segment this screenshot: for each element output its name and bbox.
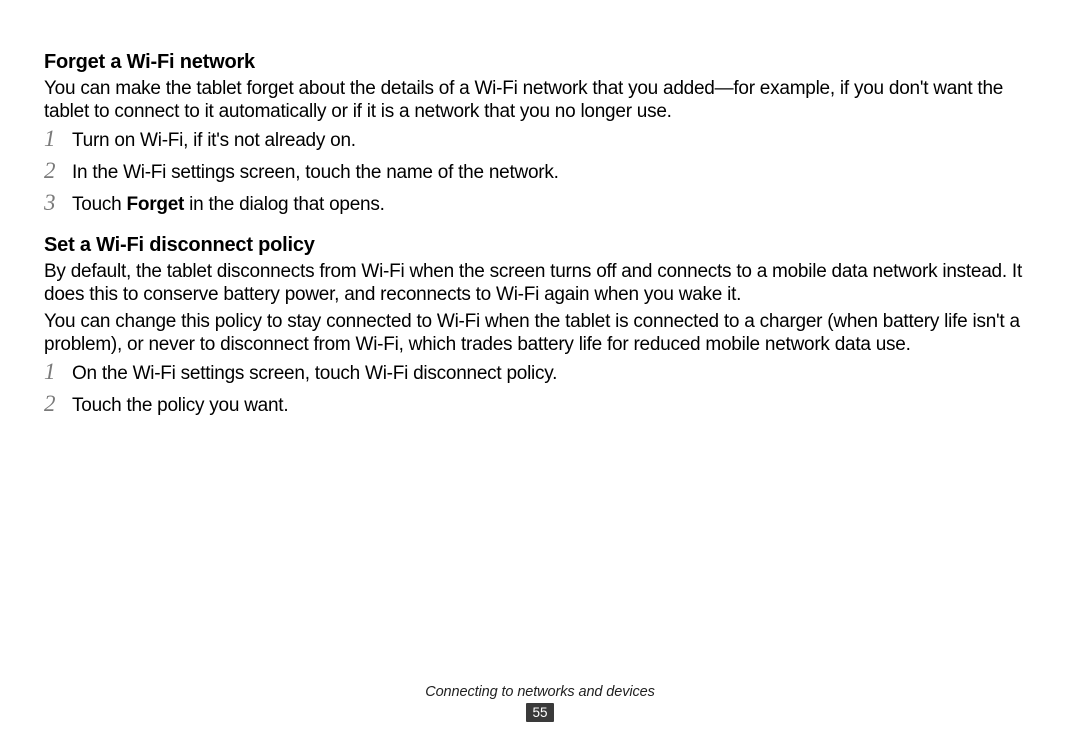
step-list: 1 On the Wi-Fi settings screen, touch Wi… bbox=[44, 360, 1036, 418]
step-number: 3 bbox=[44, 191, 72, 214]
section-intro: You can make the tablet forget about the… bbox=[44, 77, 1036, 123]
section-forget-wifi: Forget a Wi-Fi network You can make the … bbox=[44, 50, 1036, 217]
section-heading: Forget a Wi-Fi network bbox=[44, 50, 1036, 75]
footer-chapter-title: Connecting to networks and devices bbox=[0, 684, 1080, 700]
step-text: In the Wi-Fi settings screen, touch the … bbox=[72, 161, 559, 185]
step-text: On the Wi-Fi settings screen, touch Wi-F… bbox=[72, 362, 557, 386]
step-number: 1 bbox=[44, 360, 72, 383]
step-number: 1 bbox=[44, 127, 72, 150]
step-item: 1 On the Wi-Fi settings screen, touch Wi… bbox=[44, 360, 1036, 386]
section-paragraph: By default, the tablet disconnects from … bbox=[44, 260, 1036, 306]
document-page: Forget a Wi-Fi network You can make the … bbox=[0, 0, 1080, 756]
step-text: Touch the policy you want. bbox=[72, 394, 288, 418]
section-paragraph: You can change this policy to stay conne… bbox=[44, 310, 1036, 356]
step-text: Turn on Wi-Fi, if it's not already on. bbox=[72, 129, 356, 153]
step-item: 2 In the Wi-Fi settings screen, touch th… bbox=[44, 159, 1036, 185]
section-heading: Set a Wi-Fi disconnect policy bbox=[44, 233, 1036, 258]
section-disconnect-policy: Set a Wi-Fi disconnect policy By default… bbox=[44, 233, 1036, 418]
step-number: 2 bbox=[44, 159, 72, 182]
step-item: 2 Touch the policy you want. bbox=[44, 392, 1036, 418]
step-number: 2 bbox=[44, 392, 72, 415]
step-list: 1 Turn on Wi-Fi, if it's not already on.… bbox=[44, 127, 1036, 216]
page-footer: Connecting to networks and devices 55 bbox=[0, 684, 1080, 723]
step-item: 3 Touch Forget in the dialog that opens. bbox=[44, 191, 1036, 217]
page-number: 55 bbox=[526, 703, 553, 723]
step-text: Touch Forget in the dialog that opens. bbox=[72, 193, 385, 217]
step-item: 1 Turn on Wi-Fi, if it's not already on. bbox=[44, 127, 1036, 153]
